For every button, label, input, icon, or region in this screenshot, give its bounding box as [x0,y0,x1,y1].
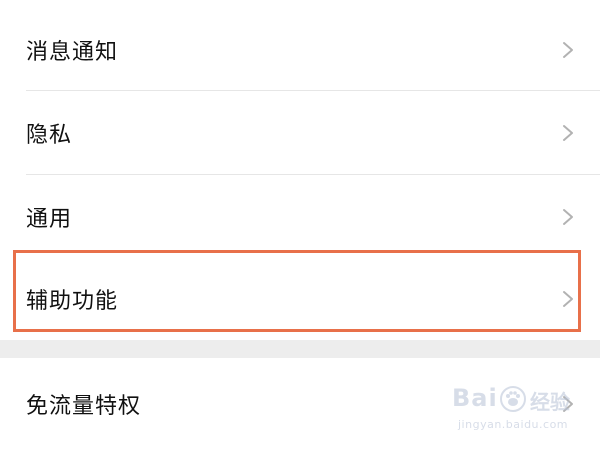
settings-item-label: 辅助功能 [26,289,119,314]
settings-group-main: 消息通知 隐私 通用 辅助功能 [0,0,600,340]
chevron-right-icon [560,392,576,416]
settings-item-label: 通用 [26,207,73,232]
settings-item-label: 免流量特权 [26,394,142,419]
chevron-right-icon [560,121,576,145]
settings-screen: 消息通知 隐私 通用 辅助功能 免流量特权 Bai 经验 jingyan.bai… [0,0,600,450]
settings-item-label: 消息通知 [26,40,119,65]
settings-item-notifications[interactable]: 消息通知 [0,8,600,92]
settings-item-accessibility[interactable]: 辅助功能 [0,257,600,341]
chevron-right-icon [560,287,576,311]
chevron-right-icon [560,205,576,229]
settings-group-second: 免流量特权 [0,358,600,450]
settings-item-data-free[interactable]: 免流量特权 [0,362,600,446]
settings-item-privacy[interactable]: 隐私 [0,91,600,175]
settings-item-general[interactable]: 通用 [0,175,600,259]
chevron-right-icon [560,38,576,62]
settings-item-label: 隐私 [26,123,73,148]
